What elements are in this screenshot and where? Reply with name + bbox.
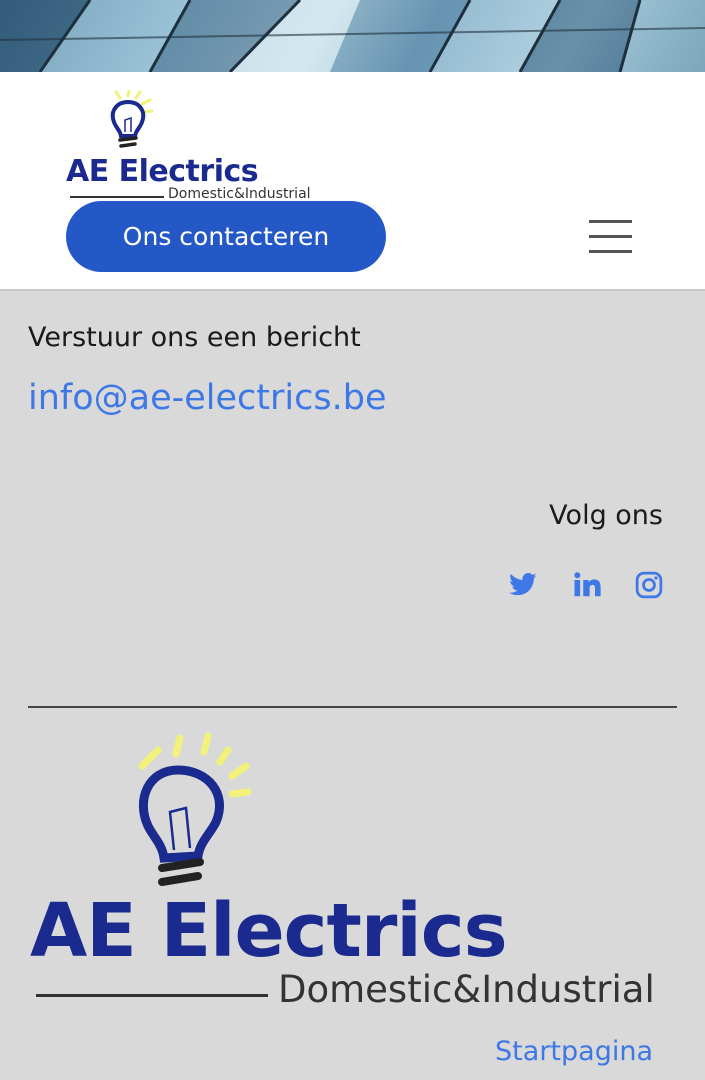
home-link[interactable]: Startpagina [495, 1036, 653, 1067]
logo-tagline: Domestic&Industrial [168, 186, 311, 202]
site-header: AE Electrics Domestic&Industrial Ons con… [0, 72, 705, 291]
logo-tagline: Domestic&Industrial [278, 968, 655, 1011]
footer-divider [28, 706, 677, 708]
lightbulb-icon [138, 732, 252, 886]
logo-name: AE Electrics [66, 154, 259, 189]
logo-underline [36, 994, 268, 997]
send-message-label: Verstuur ons een bericht [28, 322, 361, 353]
logo-underline [70, 196, 164, 198]
menu-icon[interactable] [589, 220, 633, 254]
header-logo[interactable]: AE Electrics Domestic&Industrial [64, 90, 336, 208]
follow-us-label: Volg ons [549, 500, 663, 531]
contact-us-button[interactable]: Ons contacteren [66, 201, 386, 272]
logo-name: AE Electrics [30, 888, 508, 974]
lightbulb-icon [110, 90, 154, 148]
twitter-icon[interactable] [508, 570, 538, 600]
linkedin-icon[interactable] [572, 570, 602, 600]
header-banner-image [0, 0, 705, 72]
email-link[interactable]: info@ae-electrics.be [28, 378, 386, 418]
instagram-icon[interactable] [634, 570, 664, 600]
footer-logo[interactable]: AE Electrics Domestic&Industrial [28, 730, 688, 1020]
